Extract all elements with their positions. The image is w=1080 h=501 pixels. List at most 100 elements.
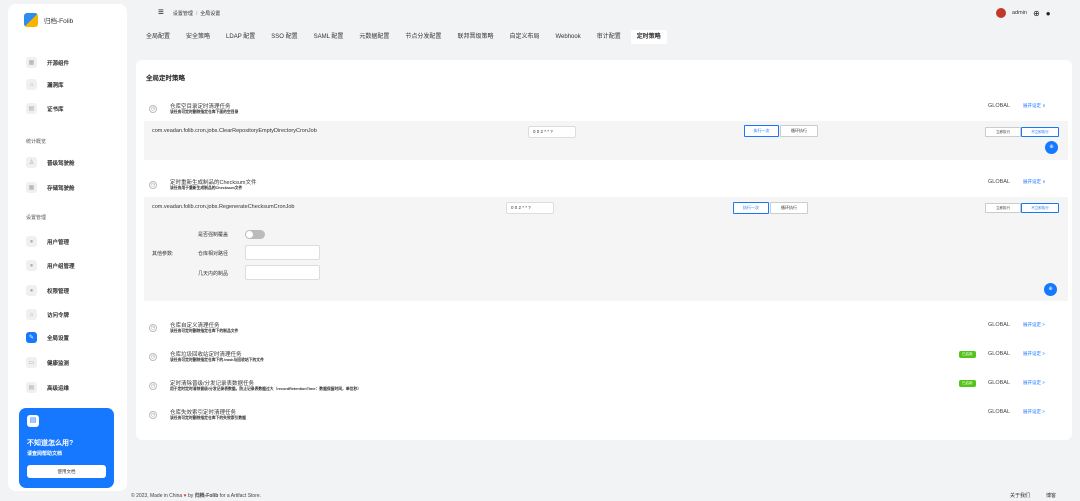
help-card: ▤ 不知道怎么用? 请查阅帮助文档 使用文档 (19, 408, 114, 488)
repo-path-label: 仓库相对路径 (198, 251, 229, 257)
docs-button[interactable]: 使用文档 (27, 465, 106, 478)
job-class: com.veadan.folib.cron.jobs.ClearReposito… (152, 128, 317, 134)
bell-icon[interactable]: ● (1046, 9, 1051, 18)
enabled-badge: 已启用 (959, 351, 976, 358)
blog-link[interactable]: 博客 (1046, 492, 1056, 499)
shield-icon: ● (26, 285, 37, 296)
task-scope: GLOBAL (988, 351, 1011, 357)
sidebar-item-vuln[interactable]: ⌂ 漏洞库 (26, 79, 64, 90)
task-settings-panel: com.veadan.folib.cron.jobs.RegenerateChe… (144, 197, 1068, 301)
task-name: 定时清除晋级/分发记录表数据任务 (170, 381, 255, 387)
breadcrumb-parent[interactable]: 设置管理 (173, 11, 193, 17)
footer: © 2023, Made in China ♥ by 归档-Folib for … (131, 492, 261, 499)
sidebar-item-health[interactable]: ▭ 健康监测 (26, 357, 69, 368)
tab-schedule[interactable]: 定时策略 (630, 30, 667, 44)
avatar[interactable] (996, 8, 1006, 18)
tab-node-dist[interactable]: 节点分发配置 (399, 30, 447, 44)
task-desc: 该任务可定时删除指定仓库下的.trash与回收站下的文件 (170, 358, 264, 362)
run-once-button[interactable]: 执行一次 (733, 202, 769, 214)
sidebar-item-opensource[interactable]: ▦ 开源组件 (26, 57, 69, 68)
clock-icon: ◷ (149, 382, 157, 390)
home-icon: ⌂ (26, 79, 37, 90)
no-run-now-button[interactable]: 不立即执行 (1021, 127, 1059, 137)
sidebar-item-advanced[interactable]: ▤ 高级运维 (26, 382, 69, 393)
days-input[interactable] (245, 265, 320, 280)
cron-input[interactable]: 0 0 2 * * ? (506, 202, 554, 214)
footer-links: 关于我们 博客 (1010, 492, 1056, 499)
menu-icon[interactable]: ≡ (158, 8, 164, 18)
expand-settings-link[interactable]: 展开设定 > (1023, 409, 1045, 415)
force-overwrite-label: 是否强制覆盖 (198, 232, 229, 238)
task-name: 仓库失效索引定时清理任务 (170, 410, 237, 416)
add-icon[interactable]: ⊕ (1044, 283, 1057, 296)
loop-run-button[interactable]: 循环执行 (770, 202, 808, 214)
user-area: admin ⊕ ● (996, 8, 1051, 18)
sidebar: 归档-Folib ▦ 开源组件 ⌂ 漏洞库 ▤ 证书库 统计概览 ♙ 晋级驾驶舱 ▦ 存储… (8, 4, 127, 491)
clock-icon: ◷ (149, 105, 157, 113)
tab-audit[interactable]: 审计配置 (591, 30, 627, 44)
sidebar-item-license[interactable]: ▤ 证书库 (26, 103, 64, 114)
expand-settings-link[interactable]: 展开设定 > (1023, 351, 1045, 357)
clock-icon: ◷ (149, 411, 157, 419)
task-name: 仓库自定义清理任务 (170, 323, 220, 329)
breadcrumb: 设置管理 / 全局设置 (173, 10, 220, 17)
settings-tabs: 全局配置 安全策略 LDAP 配置 SSO 配置 SAML 配置 元数据配置 节… (140, 30, 667, 44)
sidebar-item-promotion-dashboard[interactable]: ♙ 晋级驾驶舱 (26, 157, 75, 168)
document-icon: ▤ (27, 415, 39, 427)
expand-settings-link[interactable]: 展开设定 ∨ (1023, 179, 1046, 185)
task-desc: 用于定时定时清除晋级/分发记录表数据。防止记录表数据过大（recordReten… (170, 387, 362, 391)
task-settings-panel: com.veadan.folib.cron.jobs.ClearReposito… (144, 121, 1068, 160)
tab-metadata[interactable]: 元数据配置 (353, 30, 395, 44)
sidebar-item-tokens[interactable]: ⌂ 访问令牌 (26, 309, 69, 320)
task-name: 仓库垃圾回收站定时清理任务 (170, 352, 242, 358)
add-icon[interactable]: ⊕ (1045, 141, 1058, 154)
tab-layout[interactable]: 自定义布局 (503, 30, 545, 44)
force-overwrite-toggle[interactable] (245, 230, 265, 239)
sidebar-item-global-settings[interactable]: ✎ 全局设置 (26, 332, 69, 343)
user-icon: ● (26, 236, 37, 247)
app-name: 归档-Folib (44, 18, 74, 25)
help-title: 不知道怎么用? (27, 440, 74, 447)
expand-settings-link[interactable]: 展开设定 > (1023, 322, 1045, 328)
wrench-icon: ✎ (26, 332, 37, 343)
tab-global-config[interactable]: 全局配置 (140, 30, 176, 44)
grid-icon: ▦ (26, 182, 37, 193)
sidebar-item-permissions[interactable]: ● 权限管理 (26, 285, 69, 296)
cron-input[interactable]: 0 0 2 * * ? (528, 126, 576, 138)
no-run-now-button[interactable]: 不立即执行 (1021, 203, 1059, 213)
sidebar-item-groups[interactable]: ● 用户组管理 (26, 260, 75, 271)
task-desc: 该任务用于重新生成制品的Checksum文件 (170, 186, 243, 190)
tab-security[interactable]: 安全策略 (180, 30, 216, 44)
expand-settings-link[interactable]: 展开设定 > (1023, 380, 1045, 386)
about-link[interactable]: 关于我们 (1010, 492, 1030, 499)
task-desc: 该任务可定时删除指定仓库下的失效索引数据 (170, 416, 246, 420)
task-desc: 该任务可定时删除指定仓库下面的空目录 (170, 110, 239, 114)
task-scope: GLOBAL (988, 380, 1011, 386)
tab-federation[interactable]: 联邦晋级策略 (451, 30, 499, 44)
tab-webhook[interactable]: Webhook (549, 30, 586, 44)
section-stats: 统计概览 (26, 139, 47, 145)
username[interactable]: admin (1012, 10, 1027, 16)
tab-ldap[interactable]: LDAP 配置 (220, 30, 261, 44)
task-scope: GLOBAL (988, 179, 1011, 185)
monitor-icon: ▭ (26, 357, 37, 368)
repo-path-input[interactable] (245, 245, 320, 260)
run-now-button[interactable]: 立即执行 (985, 203, 1021, 213)
sidebar-item-users[interactable]: ● 用户管理 (26, 236, 69, 247)
globe-icon[interactable]: ⊕ (1033, 9, 1040, 18)
footer-brand[interactable]: 归档-Folib (195, 493, 219, 499)
days-label: 几天内的制品 (198, 271, 229, 277)
footer-copyright: © 2023, Made in China (131, 493, 183, 499)
tab-saml[interactable]: SAML 配置 (308, 30, 350, 44)
user-icon: ♙ (26, 157, 37, 168)
app-logo[interactable]: 归档-Folib (24, 13, 73, 27)
sidebar-item-storage-dashboard[interactable]: ▦ 存储驾驶舱 (26, 182, 75, 193)
card-title: 全局定时策略 (146, 75, 185, 82)
run-once-button[interactable]: 执行一次 (744, 125, 779, 137)
footer-by: by (187, 493, 194, 499)
tab-sso[interactable]: SSO 配置 (265, 30, 303, 44)
run-now-button[interactable]: 立即执行 (985, 127, 1021, 137)
expand-settings-link[interactable]: 展开设定 ∨ (1023, 103, 1046, 109)
section-settings: 设置管理 (26, 215, 47, 221)
loop-run-button[interactable]: 循环执行 (780, 125, 818, 137)
